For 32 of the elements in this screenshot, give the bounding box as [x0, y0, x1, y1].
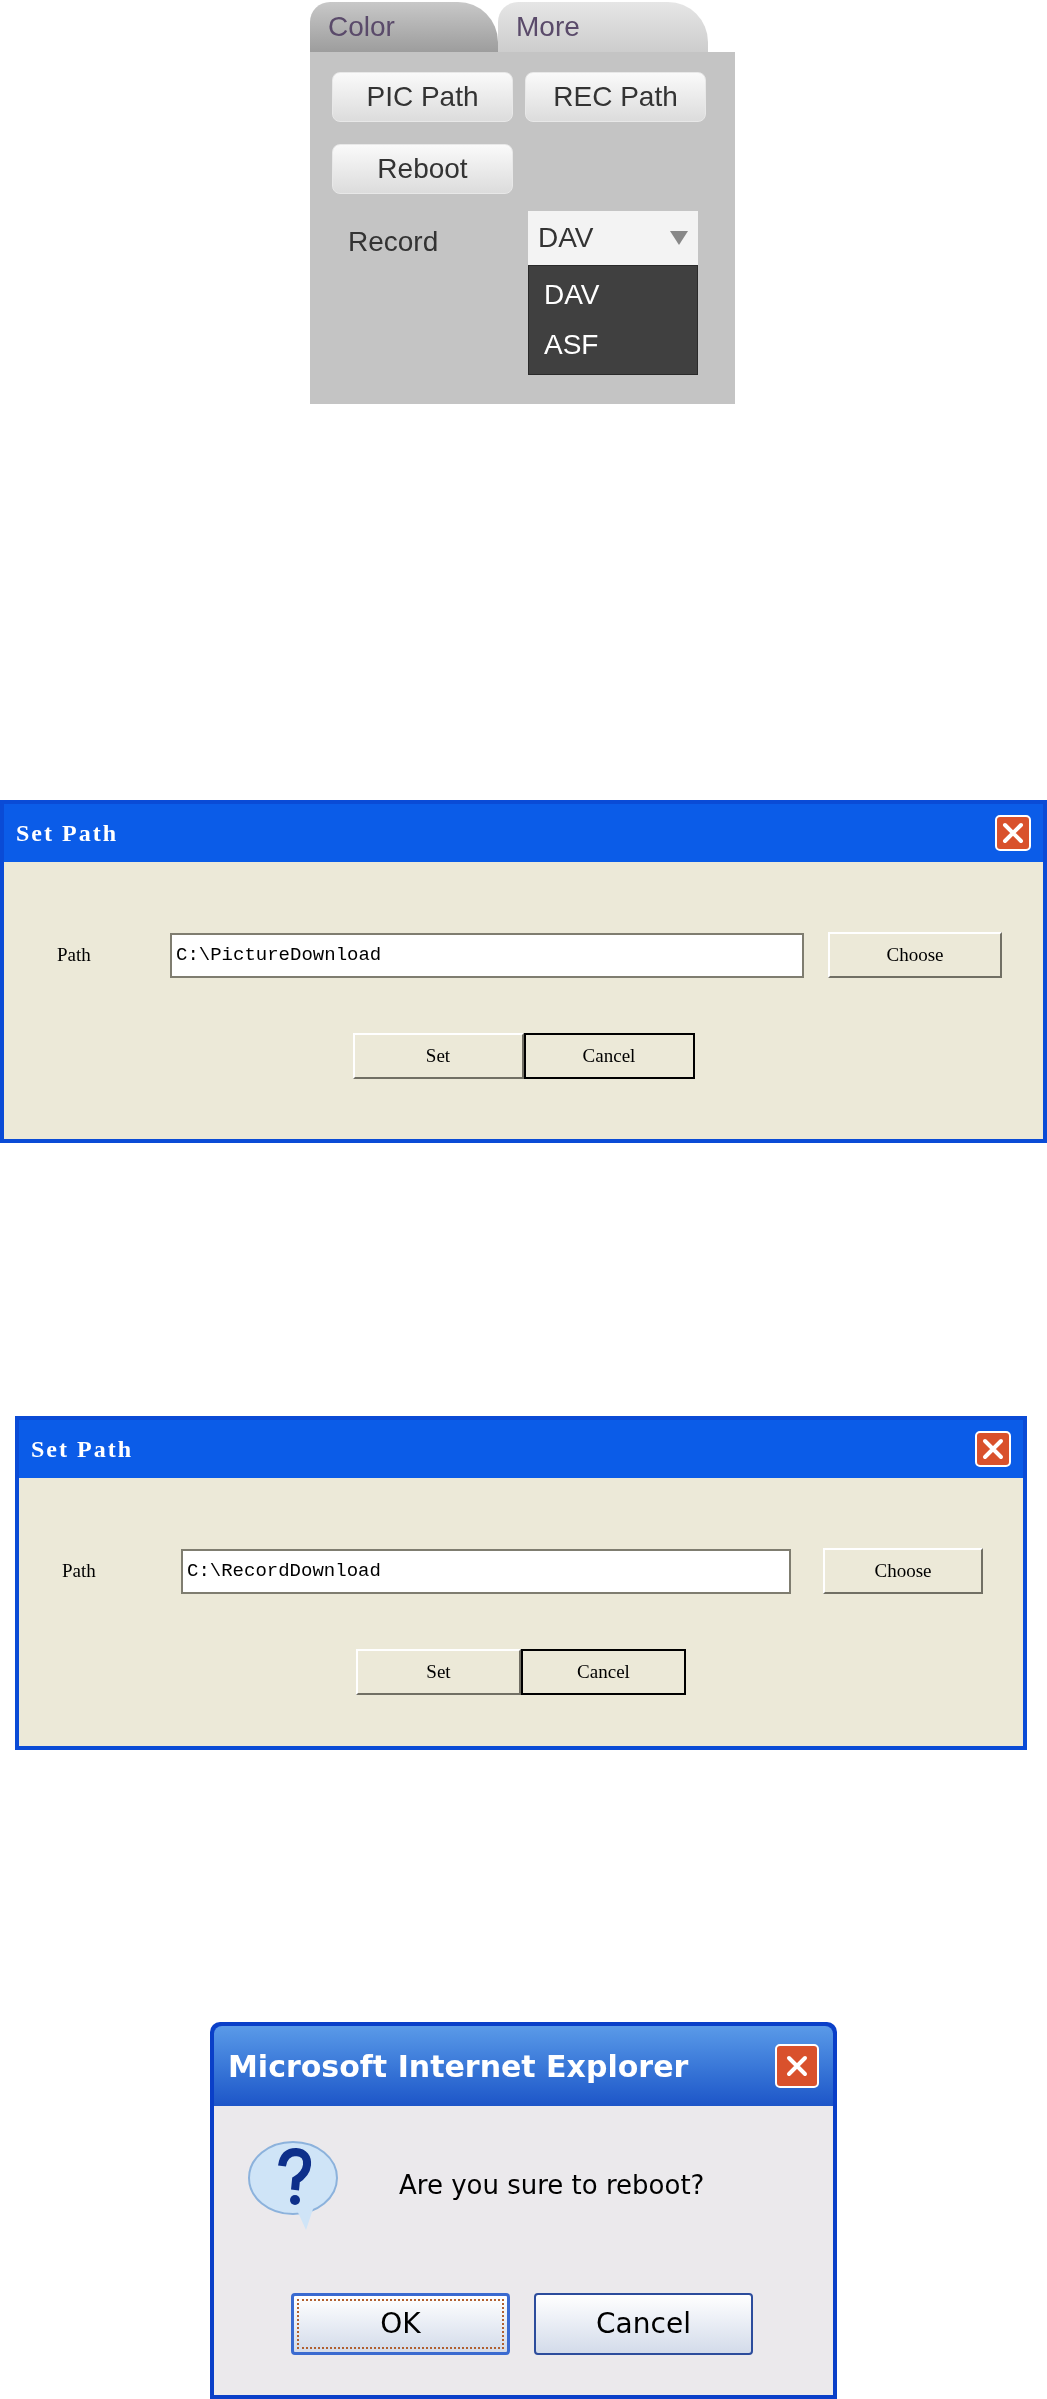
path-label: Path — [62, 1558, 97, 1583]
close-button[interactable] — [775, 2044, 819, 2088]
dialog-button[interactable]: Cancel — [521, 1649, 686, 1695]
dropdown-option[interactable]: ASF — [529, 320, 697, 370]
path-field[interactable]: C:\RecordDownload — [181, 1548, 791, 1594]
path-field[interactable]: C:\PictureDownload — [170, 932, 804, 978]
choose-button[interactable]: Choose — [828, 932, 1002, 978]
close-icon — [982, 1438, 1004, 1460]
dialog-button[interactable]: Cancel — [534, 2293, 753, 2355]
reboot-button[interactable]: Reboot — [332, 144, 513, 194]
tab[interactable]: More — [498, 2, 708, 52]
dialog-button[interactable]: Set — [352, 1033, 524, 1079]
window-title: Microsoft Internet Explorer — [228, 2047, 689, 2086]
path-label: Path — [57, 942, 92, 967]
dropdown-option[interactable]: DAV — [529, 270, 697, 320]
dialog-button[interactable]: Cancel — [523, 1033, 695, 1079]
close-button[interactable] — [975, 1431, 1011, 1467]
rec-path-button[interactable]: REC Path — [525, 72, 706, 122]
choose-button[interactable]: Choose — [823, 1548, 983, 1594]
dialog-button[interactable]: Set — [356, 1649, 521, 1695]
tab[interactable]: Color — [310, 2, 498, 52]
window-title: Set Path — [31, 1435, 133, 1464]
record-label: Record — [348, 225, 440, 259]
close-button[interactable] — [995, 815, 1031, 851]
window-title: Set Path — [16, 819, 118, 848]
close-icon — [786, 2055, 808, 2077]
message-text: Are you sure to reboot? — [399, 2169, 705, 2202]
close-icon — [1002, 822, 1024, 844]
dialog-button[interactable]: OK — [291, 2293, 510, 2355]
record-dropdown[interactable]: DAV — [528, 211, 698, 265]
pic-path-button[interactable]: PIC Path — [332, 72, 513, 122]
dropdown-arrow-icon — [670, 231, 688, 245]
